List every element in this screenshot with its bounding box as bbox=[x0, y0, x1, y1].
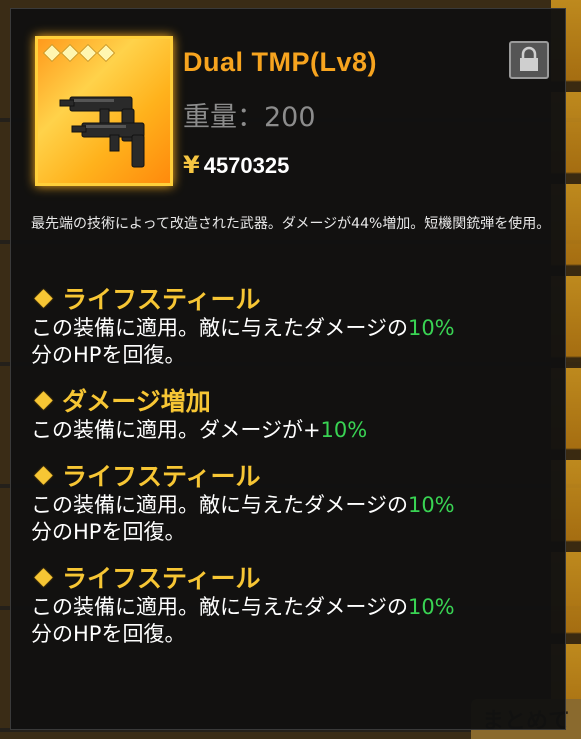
rarity-star-icon bbox=[78, 43, 98, 63]
skill-value: 10% bbox=[407, 316, 455, 340]
skill-name: ダメージ増加 bbox=[62, 387, 211, 416]
skill-description: この装備に適用。敵に与えたダメージの10% 分のHPを回復。 bbox=[31, 493, 455, 544]
smg-icon bbox=[59, 96, 145, 168]
item-description: 最先端の技術によって改造された武器。ダメージが44%増加。短機関銃弾を使用。 bbox=[31, 216, 551, 232]
rarity-star-icon bbox=[42, 43, 62, 63]
skill-description: この装備に適用。ダメージが+10% bbox=[31, 418, 368, 442]
skill-value: 10% bbox=[407, 595, 455, 619]
skill-value: 10% bbox=[320, 418, 368, 442]
diamond-bullet-icon bbox=[34, 465, 53, 485]
item-icon-frame bbox=[35, 36, 173, 186]
skill-entry: ライフスティール この装備に適用。敵に与えたダメージの10% 分のHPを回復。 bbox=[31, 458, 561, 546]
lock-icon bbox=[520, 46, 538, 71]
item-name: Dual TMP(Lv8) bbox=[183, 47, 378, 77]
skill-value: 10% bbox=[407, 493, 455, 517]
diamond-bullet-icon bbox=[34, 390, 53, 410]
yen-icon: ¥ bbox=[183, 151, 200, 179]
diamond-bullet-icon bbox=[34, 567, 53, 587]
skill-description: この装備に適用。敵に与えたダメージの10% 分のHPを回復。 bbox=[31, 316, 455, 367]
item-price: ¥ 4570325 bbox=[183, 151, 289, 179]
price-value: 4570325 bbox=[203, 153, 290, 178]
rarity-star-icon bbox=[96, 43, 116, 63]
skill-description: この装備に適用。敵に与えたダメージの10% 分のHPを回復。 bbox=[31, 595, 455, 646]
item-weight: 重量：200 bbox=[183, 102, 316, 133]
skill-entry: ライフスティール この装備に適用。敵に与えたダメージの10% 分のHPを回復。 bbox=[31, 281, 561, 369]
skill-entry: ライフスティール この装備に適用。敵に与えたダメージの10% 分のHPを回復。 bbox=[31, 560, 561, 648]
skill-entry: ダメージ増加 この装備に適用。ダメージが+10% bbox=[31, 383, 561, 444]
skill-name: ライフスティール bbox=[62, 462, 261, 491]
skill-name: ライフスティール bbox=[62, 285, 261, 314]
lock-button[interactable] bbox=[509, 41, 549, 79]
skill-list: ライフスティール この装備に適用。敵に与えたダメージの10% 分のHPを回復。 ダ… bbox=[31, 281, 561, 662]
rarity-stars bbox=[42, 43, 116, 63]
diamond-bullet-icon bbox=[34, 288, 53, 308]
rarity-star-icon bbox=[60, 43, 80, 63]
item-detail-popup: Dual TMP(Lv8) 重量：200 ¥ 4570325 最先端の技術によっ… bbox=[10, 8, 566, 730]
skill-name: ライフスティール bbox=[62, 564, 261, 593]
